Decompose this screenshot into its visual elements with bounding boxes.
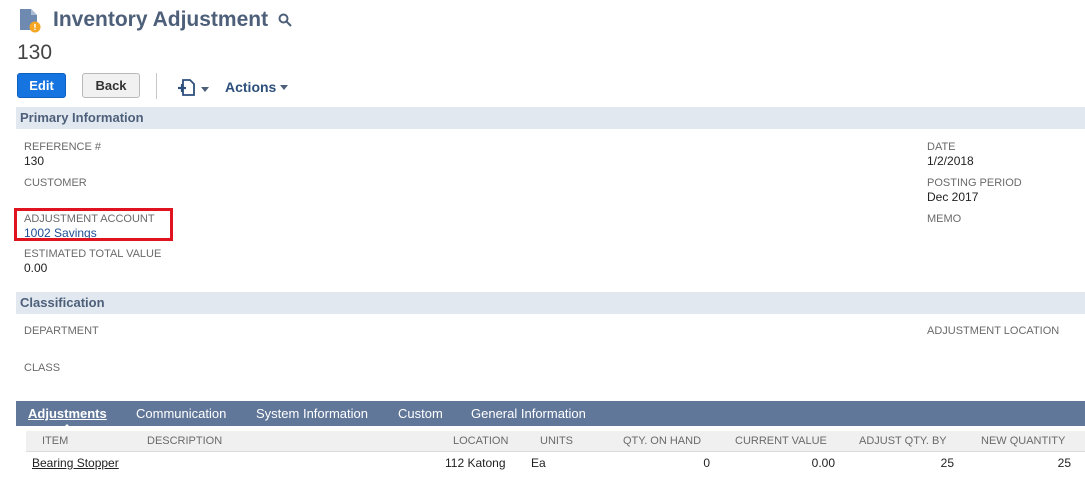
cell-location: 112 Katong <box>445 456 506 470</box>
date-label: DATE <box>927 141 956 153</box>
new-record-menu[interactable] <box>177 77 209 102</box>
department-label: DEPARTMENT <box>24 325 99 337</box>
col-header-units[interactable]: UNITS <box>540 435 573 447</box>
back-button[interactable]: Back <box>82 73 140 98</box>
toolbar-separator <box>156 73 157 99</box>
cell-adjust-qty-by: 25 <box>940 456 954 470</box>
memo-label: MEMO <box>927 213 962 225</box>
posting-period-label: POSTING PERIOD <box>927 177 1022 189</box>
section-classification[interactable]: Classification <box>16 292 1085 314</box>
col-header-current-value[interactable]: CURRENT VALUE <box>735 435 827 447</box>
subtab-bar: Adjustments Communication System Informa… <box>16 401 1085 429</box>
document-icon: ! <box>17 7 43 33</box>
customer-label: CUSTOMER <box>24 177 87 189</box>
title-row: ! Inventory Adjustment <box>17 6 292 34</box>
tab-general-information[interactable]: General Information <box>471 406 586 421</box>
record-number: 130 <box>17 41 53 64</box>
estimated-total-label: ESTIMATED TOTAL VALUE <box>24 248 162 260</box>
reference-label: REFERENCE # <box>24 141 102 153</box>
cell-units: Ea <box>531 456 546 470</box>
highlight-box <box>14 208 173 241</box>
table-row[interactable]: Bearing Stopper 112 Katong Ea 0 0.00 25 … <box>26 452 1085 474</box>
tab-adjustments[interactable]: Adjustments <box>28 406 107 429</box>
tab-communication[interactable]: Communication <box>136 406 226 421</box>
adjustment-location-label: ADJUSTMENT LOCATION <box>927 325 1060 337</box>
actions-label: Actions <box>225 79 277 95</box>
cell-qty-on-hand: 0 <box>703 456 710 470</box>
new-record-icon <box>177 77 197 102</box>
col-header-qty-on-hand[interactable]: QTY. ON HAND <box>623 435 701 447</box>
section-primary-information[interactable]: Primary Information <box>16 107 1085 129</box>
tab-custom[interactable]: Custom <box>398 406 443 421</box>
cell-new-quantity: 25 <box>1057 456 1071 470</box>
cell-current-value: 0.00 <box>811 456 835 470</box>
actions-menu[interactable]: Actions <box>225 79 289 95</box>
date-value: 1/2/2018 <box>927 154 974 168</box>
page-title: Inventory Adjustment <box>53 8 269 31</box>
chevron-down-icon <box>280 84 289 90</box>
col-header-adjust-qty-by[interactable]: ADJUST QTY. BY <box>859 435 947 447</box>
col-header-description[interactable]: DESCRIPTION <box>147 435 222 447</box>
search-icon[interactable] <box>278 13 292 27</box>
posting-period-value: Dec 2017 <box>927 190 979 204</box>
col-header-new-quantity[interactable]: NEW QUANTITY <box>981 435 1065 447</box>
reference-value: 130 <box>24 154 45 168</box>
col-header-location[interactable]: LOCATION <box>453 435 508 447</box>
edit-button[interactable]: Edit <box>17 73 66 98</box>
estimated-total-value: 0.00 <box>24 261 48 275</box>
col-header-item[interactable]: ITEM <box>42 435 68 447</box>
svg-text:!: ! <box>33 23 37 32</box>
class-label: CLASS <box>24 362 61 374</box>
grid-header: ITEM DESCRIPTION LOCATION UNITS QTY. ON … <box>26 431 1085 452</box>
adjustments-grid: ITEM DESCRIPTION LOCATION UNITS QTY. ON … <box>26 431 1085 474</box>
tab-system-information[interactable]: System Information <box>256 406 368 421</box>
chevron-down-icon <box>201 87 209 92</box>
cell-item[interactable]: Bearing Stopper <box>32 456 119 470</box>
